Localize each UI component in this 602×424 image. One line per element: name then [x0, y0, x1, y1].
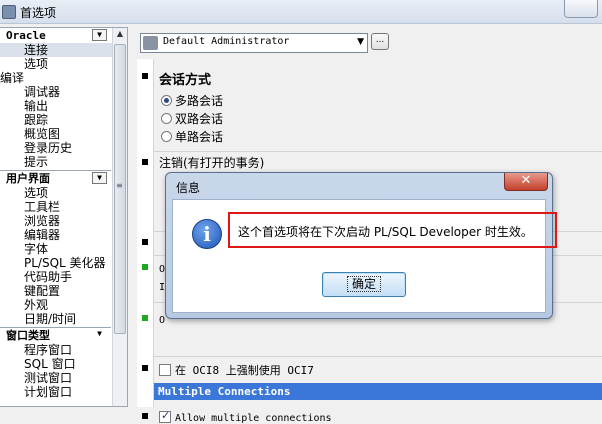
window-close-button[interactable]: [564, 0, 598, 18]
dialog-title: 信息: [176, 181, 201, 195]
sidebar-item-hints[interactable]: 提示: [0, 155, 127, 169]
allow-multiple-connections-checkbox[interactable]: [159, 409, 171, 423]
oci8-option[interactable]: 在 OCI8 上强制使用 OCI7: [159, 362, 314, 378]
radio-label: 单路会话: [175, 130, 224, 144]
sidebar-item-options[interactable]: 选项: [0, 57, 127, 71]
sidebar-item-ui-options[interactable]: 选项: [0, 186, 127, 200]
logout-section: 注销(有打开的事务): [159, 154, 264, 171]
oci8-label: 在 OCI8 上强制使用 OCI7: [175, 364, 314, 377]
grip-icon: ≡: [116, 181, 123, 190]
row-marker: [142, 264, 148, 270]
radio-button[interactable]: [161, 131, 172, 142]
row-marker: [142, 239, 148, 245]
sidebar-item-editor[interactable]: 编辑器: [0, 228, 127, 242]
options-gutter: [137, 59, 154, 407]
sidebar-item-test-window[interactable]: 测试窗口: [0, 371, 127, 385]
sidebar-item-appearance[interactable]: 外观: [0, 298, 127, 312]
row-marker: [142, 315, 148, 321]
dialog-message-highlight: 这个首选项将在下次启动 PL/SQL Developer 时生效。: [228, 212, 557, 248]
preferences-sidebar: Oracle ▼ 连接 选项 编译 调试器 输出 跟踪 概览图 登录历史 提示 …: [0, 27, 128, 407]
app-icon: [2, 5, 16, 19]
window-title: 首选项: [20, 6, 57, 20]
profile-select-value: Default Administrator: [163, 36, 290, 47]
sidebar-item-program-window[interactable]: 程序窗口: [0, 343, 127, 357]
sidebar-item-output[interactable]: 输出: [0, 99, 127, 113]
sidebar-item-profiler[interactable]: 概览图: [0, 127, 127, 141]
sidebar-group-label: Oracle: [6, 29, 46, 42]
sidebar-item-beautifier[interactable]: PL/SQL 美化器: [0, 256, 127, 270]
row-marker: [142, 365, 148, 371]
sidebar-item-toolbar[interactable]: 工具栏: [0, 200, 127, 214]
info-icon: i: [192, 219, 222, 249]
row-marker: [142, 159, 148, 165]
sidebar-item-code-assistant[interactable]: 代码助手: [0, 270, 127, 284]
radio-label: 双路会话: [175, 112, 224, 126]
dialog-body: i 这个首选项将在下次启动 PL/SQL Developer 时生效。 确定: [172, 199, 557, 313]
allow-multiple-connections-label: Allow multiple connections: [175, 413, 332, 424]
partial-row: O: [159, 315, 166, 326]
row-marker: [142, 73, 148, 79]
allow-multiple-connections-option[interactable]: Allow multiple connections: [159, 409, 332, 424]
radio-single-session[interactable]: 单路会话: [159, 128, 223, 146]
ok-button-label: 确定: [346, 276, 381, 292]
divider: [154, 151, 602, 152]
chevron-down-icon[interactable]: ▼: [92, 29, 107, 41]
sidebar-group-label: 用户界面: [6, 172, 50, 185]
multiple-connections-header: Multiple Connections: [154, 383, 602, 400]
radio-label: 多路会话: [175, 94, 224, 108]
sidebar-group-window-types[interactable]: 窗口类型 ▼: [0, 328, 127, 343]
sidebar-item-login-history[interactable]: 登录历史: [0, 141, 127, 155]
dialog-message: 这个首选项将在下次启动 PL/SQL Developer 时生效。: [238, 225, 533, 239]
radio-multi-session[interactable]: 多路会话: [159, 92, 223, 110]
chevron-down-icon[interactable]: ▼: [92, 172, 107, 184]
logout-title: 注销(有打开的事务): [159, 156, 265, 170]
sidebar-group-user-interface[interactable]: 用户界面 ▼: [0, 171, 127, 186]
user-profile-icon: [143, 36, 158, 50]
sidebar-group-oracle[interactable]: Oracle ▼: [0, 28, 127, 43]
sidebar-item-connection[interactable]: 连接: [0, 43, 127, 57]
row-marker: [142, 413, 148, 419]
info-dialog: 信息 ✕ i 这个首选项将在下次启动 PL/SQL Developer 时生效。…: [165, 172, 557, 319]
session-mode-title: 会话方式: [159, 73, 212, 88]
sidebar-scrollbar[interactable]: ▲ ≡: [112, 28, 127, 406]
sidebar-item-debugger[interactable]: 调试器: [0, 85, 127, 99]
window-titlebar: 首选项: [0, 0, 602, 24]
chevron-down-icon[interactable]: ▼: [357, 37, 364, 47]
divider: [154, 356, 602, 357]
radio-button[interactable]: [161, 113, 172, 124]
radio-dual-session[interactable]: 双路会话: [159, 110, 223, 128]
sidebar-item-key-config[interactable]: 键配置: [0, 284, 127, 298]
scroll-up-icon[interactable]: ▲: [114, 29, 126, 43]
dialog-close-button[interactable]: ✕: [504, 173, 548, 191]
radio-button[interactable]: [161, 95, 172, 106]
profile-more-button[interactable]: ...: [371, 33, 389, 50]
sidebar-item-fonts[interactable]: 字体: [0, 242, 127, 256]
chevron-down-icon[interactable]: ▼: [92, 329, 107, 341]
sidebar-group-label: 窗口类型: [6, 329, 50, 342]
profile-select[interactable]: Default Administrator ▼: [140, 33, 368, 53]
sidebar-item-browser[interactable]: 浏览器: [0, 214, 127, 228]
ok-button[interactable]: 确定: [322, 272, 406, 297]
sidebar-item-trace[interactable]: 跟踪: [0, 113, 127, 127]
sidebar-item-date-time[interactable]: 日期/时间: [0, 312, 127, 326]
sidebar-item-sql-window[interactable]: SQL 窗口: [0, 357, 127, 371]
sidebar-item-plan-window[interactable]: 计划窗口: [0, 385, 127, 399]
preferences-toolbar: Default Administrator ▼ ...: [137, 27, 602, 57]
sidebar-group-compile[interactable]: 编译: [0, 71, 127, 85]
session-mode-section: 会话方式 多路会话 双路会话 单路会话: [159, 69, 223, 146]
oci8-checkbox[interactable]: [159, 364, 171, 376]
